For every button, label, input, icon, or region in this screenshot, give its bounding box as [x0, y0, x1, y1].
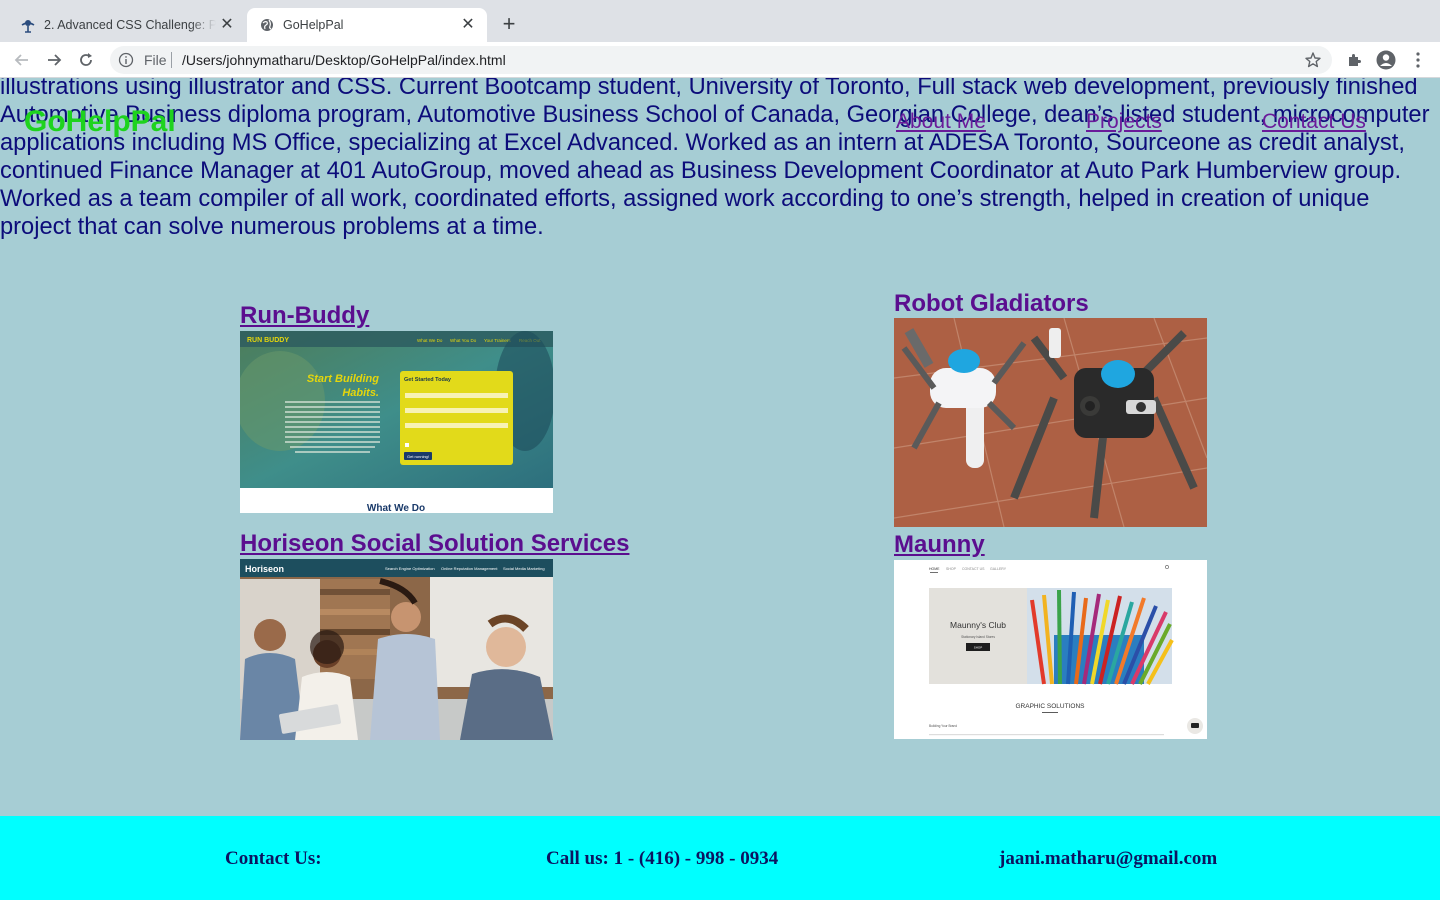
divider	[171, 52, 172, 68]
profile-icon[interactable]	[1376, 50, 1396, 70]
mn-caption: Building Your Brand	[929, 724, 957, 728]
tab-title: 2. Advanced CSS Challenge: Professional …	[44, 18, 216, 32]
run-buddy-screenshot[interactable]: RUN BUDDY What We Do What You Do Your Tr…	[240, 331, 553, 513]
mn-shop-button: SHOP	[974, 646, 983, 650]
address-bar[interactable]: File /Users/johnymatharu/Desktop/GoHelpP…	[110, 46, 1332, 74]
mn-club-title: Maunny's Club	[950, 620, 1006, 630]
rb-headline-1: Start Building	[307, 373, 379, 385]
close-icon[interactable]: ✕	[218, 16, 236, 34]
mn-nav-4: GALLERY	[990, 567, 1007, 571]
tab-bar: 2. Advanced CSS Challenge: Professional …	[0, 0, 1440, 42]
mn-club-sub: Stationary Island Stores	[961, 635, 995, 639]
browser-toolbar: File /Users/johnymatharu/Desktop/GoHelpP…	[0, 42, 1440, 78]
robot-gladiators-image[interactable]	[894, 318, 1207, 527]
project-title-robot-gladiators: Robot Gladiators	[894, 290, 1089, 317]
puzzle-icon[interactable]	[1344, 50, 1364, 70]
plus-icon[interactable]: +	[498, 13, 520, 35]
rb-form-title: Get Started Today	[404, 377, 452, 383]
rb-nav-1: What We Do	[417, 338, 443, 343]
mn-section: GRAPHIC SOLUTIONS	[1016, 703, 1086, 710]
hs-logo: Horiseon	[245, 564, 284, 574]
footer: Contact Us: Call us: 1 - (416) - 998 - 0…	[0, 816, 1440, 900]
hs-nav-1: Search Engine Optimization	[385, 566, 435, 571]
project-title-horiseon[interactable]: Horiseon Social Solution Services	[240, 530, 629, 558]
tab-title: GoHelpPal	[283, 18, 344, 32]
footer-contact-label: Contact Us:	[225, 848, 322, 869]
nav-contact-us[interactable]: Contact Us	[1262, 110, 1366, 134]
globe-icon	[259, 17, 275, 33]
star-icon[interactable]	[1304, 51, 1322, 69]
footer-phone: Call us: 1 - (416) - 998 - 0934	[546, 848, 779, 869]
tab-advanced-css[interactable]: 2. Advanced CSS Challenge: Professional …	[8, 8, 246, 42]
hs-nav-3: Social Media Marketing	[503, 566, 545, 571]
info-icon[interactable]	[118, 52, 134, 68]
footer-email[interactable]: jaani.matharu@gmail.com	[999, 848, 1217, 870]
maunny-screenshot[interactable]: HOME SHOP CONTACT US GALLERY Maunny's Cl…	[894, 560, 1207, 739]
url-text[interactable]: /Users/johnymatharu/Desktop/GoHelpPal/in…	[182, 52, 506, 68]
rb-button: Get running!	[407, 454, 429, 459]
rb-headline-2: Habits.	[342, 387, 379, 399]
rb-logo: RUN BUDDY	[247, 337, 289, 344]
repo-favicon-icon	[20, 17, 36, 33]
url-scheme: File	[144, 52, 167, 68]
horiseon-screenshot[interactable]: Horiseon Search Engine Optimization Onli…	[240, 559, 553, 740]
about-text: illustrations using illustrator and CSS.…	[0, 78, 1430, 240]
tab-gohelppal[interactable]: GoHelpPal ✕	[247, 8, 487, 42]
mn-nav-2: SHOP	[946, 567, 957, 571]
project-title-run-buddy[interactable]: Run-Buddy	[240, 302, 369, 330]
reload-icon[interactable]	[76, 50, 96, 70]
mn-nav-3: CONTACT US	[962, 567, 985, 571]
page-viewport: illustrations using illustrator and CSS.…	[0, 78, 1440, 900]
forward-icon[interactable]	[44, 50, 64, 70]
menu-icon[interactable]	[1408, 50, 1428, 70]
brand-logo: GoHelpPal	[24, 105, 176, 138]
back-icon[interactable]	[12, 50, 32, 70]
close-icon[interactable]: ✕	[459, 16, 477, 34]
rb-nav-3: Your Trainers	[484, 338, 511, 343]
rb-section: What We Do	[367, 503, 425, 513]
hs-nav-2: Online Reputation Management	[441, 566, 498, 571]
rb-nav-2: What You Do	[450, 338, 477, 343]
project-title-maunny[interactable]: Maunny	[894, 531, 985, 559]
nav-about-me[interactable]: About Me	[896, 110, 986, 134]
nav-projects[interactable]: Projects	[1086, 110, 1162, 134]
mn-nav-1: HOME	[929, 567, 940, 571]
